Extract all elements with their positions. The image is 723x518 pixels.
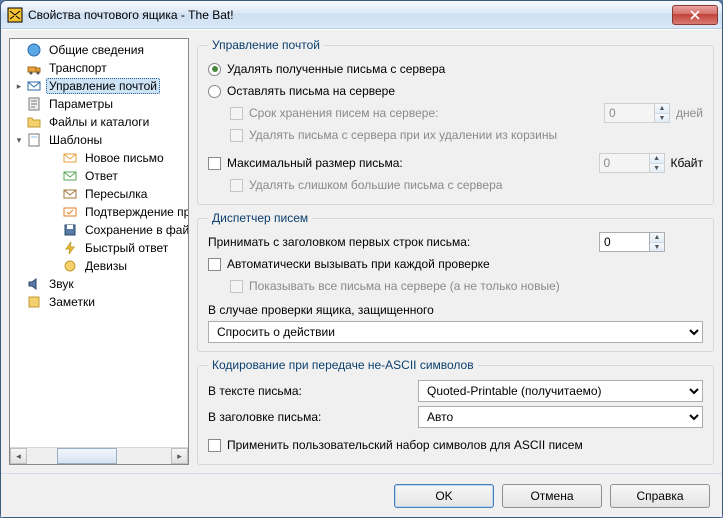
group-dispatcher-legend: Диспетчер писем — [208, 211, 312, 225]
tmpl-fwd-icon — [62, 186, 78, 202]
notes-icon — [26, 294, 42, 310]
sound-icon — [26, 276, 42, 292]
tree-item-tmpl-conf[interactable]: Подтверждение прочтения — [10, 203, 188, 221]
window-title: Свойства почтового ящика - The Bat! — [28, 8, 672, 22]
tree-item-params[interactable]: ▸ Параметры — [10, 95, 188, 113]
tree-item-sound[interactable]: ▸ Звук — [10, 275, 188, 293]
category-tree[interactable]: ▸ Общие сведения ▸ Транспорт ▸ Управлени… — [9, 38, 189, 465]
tree-horizontal-scrollbar[interactable]: ◂ ▸ — [10, 447, 188, 464]
tmpl-quick-icon — [62, 240, 78, 256]
radio-keep[interactable] — [208, 85, 221, 98]
max-size-unit: Кбайт — [671, 156, 703, 170]
chk-max-size[interactable] — [208, 157, 221, 170]
scroll-track[interactable] — [27, 448, 171, 464]
cancel-button[interactable]: Отмена — [502, 484, 602, 508]
tree-item-files[interactable]: ▸ Файлы и каталоги — [10, 113, 188, 131]
chk-auto-call[interactable] — [208, 258, 221, 271]
chk-keep-days — [230, 107, 243, 120]
body-encoding-combo[interactable]: Quoted-Printable (получитаемо) — [418, 380, 703, 402]
help-button[interactable]: Справка — [610, 484, 710, 508]
del-too-big-label: Удалять слишком большие письма с сервера — [249, 178, 502, 192]
transport-icon — [26, 60, 42, 76]
keep-days-value — [604, 103, 654, 123]
scroll-thumb[interactable] — [57, 448, 117, 464]
tree-item-templates[interactable]: ▾ Шаблоны — [10, 131, 188, 149]
radio-row-keep[interactable]: Оставлять письма на сервере — [208, 80, 703, 102]
max-size-value — [599, 153, 649, 173]
scroll-left-arrow[interactable]: ◂ — [10, 448, 27, 464]
chk-del-too-big — [230, 179, 243, 192]
dialog-footer: OK Отмена Справка — [1, 473, 722, 517]
files-icon — [26, 114, 42, 130]
chk-show-all — [230, 280, 243, 293]
dialog-window: Свойства почтового ящика - The Bat! ▸ Об… — [0, 0, 723, 518]
tree-item-transport[interactable]: ▸ Транспорт — [10, 59, 188, 77]
manage-icon — [26, 78, 42, 94]
close-icon — [690, 10, 700, 20]
tree-item-notes[interactable]: ▸ Заметки — [10, 293, 188, 311]
spinner-buttons[interactable]: ▲▼ — [649, 232, 665, 252]
header-encoding-label: В заголовке письма: — [208, 410, 408, 424]
protected-label: В случае проверки ящика, защищенного — [208, 303, 434, 317]
radio-delete-label: Удалять полученные письма с сервера — [227, 62, 445, 76]
close-button[interactable] — [672, 5, 718, 25]
row-auto-call[interactable]: Автоматически вызывать при каждой провер… — [208, 253, 703, 275]
radio-row-delete[interactable]: Удалять полученные письма с сервера — [208, 58, 703, 80]
scroll-right-arrow[interactable]: ▸ — [171, 448, 188, 464]
delete-on-trash-label: Удалять письма с сервера при их удалении… — [249, 128, 557, 142]
tree-item-tmpl-quick[interactable]: Быстрый ответ — [10, 239, 188, 257]
row-max-size[interactable]: Максимальный размер письма: ▲▼ Кбайт — [208, 152, 703, 174]
general-icon — [26, 42, 42, 58]
keep-days-spinner: ▲▼ — [604, 103, 670, 123]
tmpl-reply-icon — [62, 168, 78, 184]
keep-days-unit: дней — [676, 106, 703, 120]
titlebar[interactable]: Свойства почтового ящика - The Bat! — [1, 1, 722, 29]
group-dispatcher: Диспетчер писем Принимать с заголовком п… — [197, 211, 714, 352]
row-header-encoding: В заголовке письма: Авто — [208, 404, 703, 430]
chk-custom-charset[interactable] — [208, 439, 221, 452]
chk-delete-on-trash — [230, 129, 243, 142]
ok-button[interactable]: OK — [394, 484, 494, 508]
row-custom-charset[interactable]: Применить пользовательский набор символо… — [208, 434, 703, 456]
auto-call-label: Автоматически вызывать при каждой провер… — [227, 257, 490, 271]
tmpl-mot-icon — [62, 258, 78, 274]
tree-item-tmpl-reply[interactable]: Ответ — [10, 167, 188, 185]
tree-item-tmpl-mot[interactable]: Девизы — [10, 257, 188, 275]
custom-charset-label: Применить пользовательский набор символо… — [227, 438, 583, 452]
show-all-label: Показывать все письма на сервере (а не т… — [249, 279, 560, 293]
tree-item-manage[interactable]: ▸ Управление почтой — [10, 77, 188, 95]
max-size-label: Максимальный размер письма: — [227, 156, 403, 170]
max-size-spinner: ▲▼ — [599, 153, 665, 173]
group-mail-legend: Управление почтой — [208, 38, 324, 52]
group-mail-management: Управление почтой Удалять полученные пис… — [197, 38, 714, 205]
keep-days-label: Срок хранения писем на сервере: — [249, 106, 438, 120]
header-lines-label: Принимать с заголовком первых строк пись… — [208, 235, 470, 249]
radio-delete[interactable] — [208, 63, 221, 76]
group-encoding: Кодирование при передаче не-ASCII символ… — [197, 358, 714, 465]
tree-item-general[interactable]: ▸ Общие сведения — [10, 41, 188, 59]
dialog-body: ▸ Общие сведения ▸ Транспорт ▸ Управлени… — [1, 29, 722, 473]
header-encoding-combo[interactable]: Авто — [418, 406, 703, 428]
body-encoding-label: В тексте письма: — [208, 384, 408, 398]
tree-item-tmpl-save[interactable]: Сохранение в файл — [10, 221, 188, 239]
radio-keep-label: Оставлять письма на сервере — [227, 84, 395, 98]
content-panel: Управление почтой Удалять полученные пис… — [197, 38, 714, 465]
row-header-lines: Принимать с заголовком первых строк пись… — [208, 231, 703, 253]
app-icon — [7, 7, 23, 23]
group-encoding-legend: Кодирование при передаче не-ASCII символ… — [208, 358, 478, 372]
row-body-encoding: В тексте письма: Quoted-Printable (получ… — [208, 378, 703, 404]
tree-item-tmpl-fwd[interactable]: Пересылка — [10, 185, 188, 203]
header-lines-spinner[interactable]: ▲▼ — [599, 232, 665, 252]
protected-combo[interactable]: Спросить о действии — [208, 321, 703, 343]
tmpl-conf-icon — [62, 204, 78, 220]
templates-icon — [26, 132, 42, 148]
params-icon — [26, 96, 42, 112]
tree-item-tmpl-new[interactable]: Новое письмо — [10, 149, 188, 167]
tmpl-save-icon — [62, 222, 78, 238]
tmpl-new-icon — [62, 150, 78, 166]
header-lines-value[interactable] — [599, 232, 649, 252]
